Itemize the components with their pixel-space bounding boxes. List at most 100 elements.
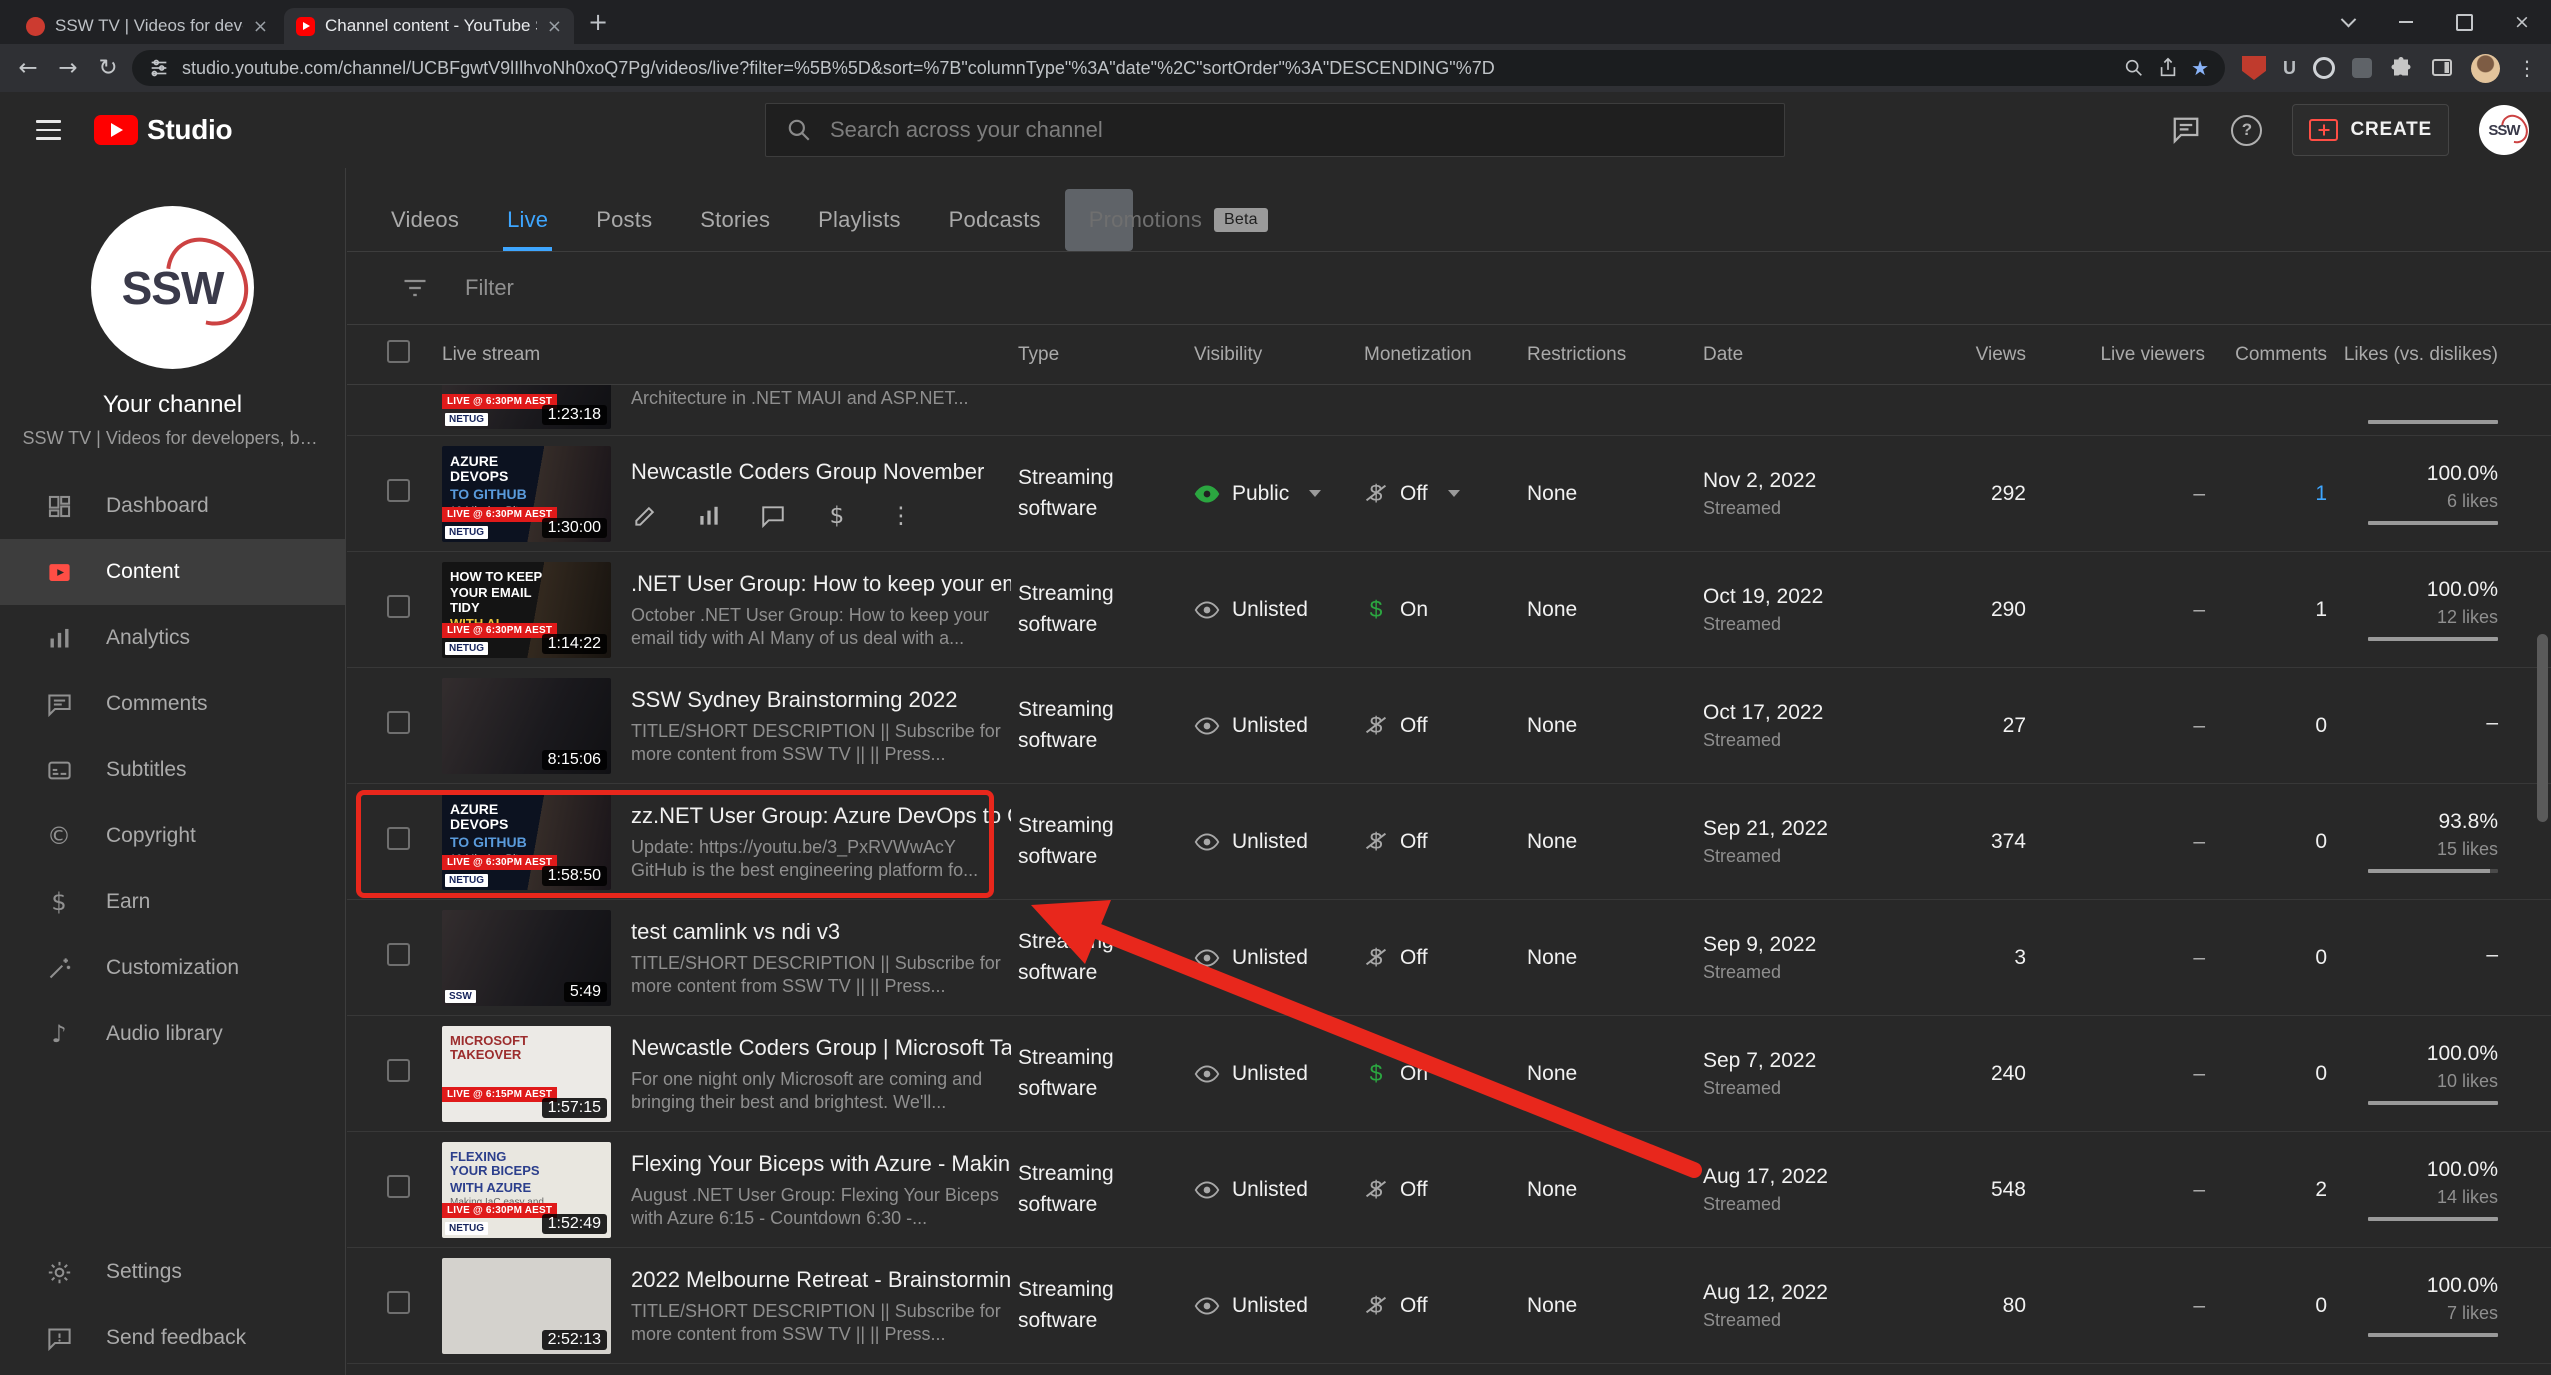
video-thumbnail[interactable]: MICROSOFT TAKEOVER LIVE @ 6:15PM AEST 1:… [442,1026,611,1122]
comments-cell[interactable]: 1 [2205,598,2327,622]
sidebar-item-comments[interactable]: Comments [0,671,345,737]
video-thumbnail[interactable]: 2:52:13 [442,1258,611,1354]
visibility-cell[interactable]: Unlisted [1194,1061,1364,1087]
browser-menu-icon[interactable]: ⋮ [2517,56,2537,80]
feedback-icon[interactable] [2171,115,2201,145]
visibility-cell[interactable]: Unlisted [1194,829,1364,855]
visibility-cell[interactable]: Unlisted [1194,1293,1364,1319]
more-options-icon[interactable]: ⋮ [887,502,915,530]
tab-close-icon[interactable]: × [253,16,268,37]
forward-icon[interactable]: → [48,48,88,88]
select-all-checkbox[interactable] [387,340,410,363]
video-title[interactable]: test camlink vs ndi v3 [631,918,1001,946]
video-thumbnail[interactable]: SSW 5:49 [442,910,611,1006]
monetization-cell[interactable]: $ Off [1364,480,1527,507]
comments-cell[interactable]: 0 [2205,1062,2327,1086]
video-title[interactable]: zz.NET User Group: Azure DevOps to Git..… [631,802,1011,830]
row-checkbox[interactable] [387,711,410,734]
row-checkbox[interactable] [387,1175,410,1198]
table-row[interactable]: HOW TO KEEP YOUR EMAIL TIDY WITH AI LIVE… [347,552,2551,668]
monetization-icon[interactable]: $ [823,502,851,530]
video-title[interactable]: Newcastle Coders Group | Microsoft Ta... [631,1034,1011,1062]
row-checkbox[interactable] [387,479,410,502]
comments-cell[interactable]: 0 [2205,714,2327,738]
row-checkbox[interactable] [387,1059,410,1082]
sidebar-item-analytics[interactable]: Analytics [0,605,345,671]
table-row[interactable]: SSW 5:49 test camlink vs ndi v3 TITLE/SH… [347,900,2551,1016]
video-thumbnail[interactable]: LIVE @ 6:30PM AEST NETUG 1:23:18 [442,385,611,429]
sidebar-item-copyright[interactable]: © Copyright [0,803,345,869]
video-title[interactable]: 2022 Melbourne Retreat - Brainstorming [631,1266,1011,1294]
visibility-cell[interactable]: Unlisted [1194,713,1364,739]
col-visibility[interactable]: Visibility [1194,344,1364,366]
row-checkbox[interactable] [387,943,410,966]
col-likes[interactable]: Likes (vs. dislikes) [2327,344,2498,366]
sidebar-item-content[interactable]: Content [0,539,345,605]
filter-icon[interactable] [401,274,429,302]
dropdown-caret-icon[interactable] [1309,490,1321,497]
col-type[interactable]: Type [1018,344,1194,366]
address-bar[interactable]: studio.youtube.com/channel/UCBFgwtV9lIlh… [132,50,2225,86]
visibility-cell[interactable]: Unlisted [1194,945,1364,971]
tab-promotions[interactable]: Promotions Beta [1065,189,1133,251]
video-title[interactable]: SSW Sydney Brainstorming 2022 [631,686,1001,714]
channel-avatar[interactable]: SSW [91,206,254,369]
video-thumbnail[interactable]: AZURE DEVOPS TO GITHUB 10 Missing Bits L… [442,446,611,542]
url-text[interactable]: studio.youtube.com/channel/UCBFgwtV9lIlh… [182,58,2111,79]
tab-search-icon[interactable] [2319,0,2377,44]
filter-input[interactable]: Filter [465,275,514,301]
ublock-extension-icon[interactable] [2242,56,2266,80]
edit-details-icon[interactable] [631,502,659,530]
row-checkbox[interactable] [387,595,410,618]
comments-cell[interactable]: 0 [2205,1294,2327,1318]
extension-circle-icon[interactable] [2313,57,2335,79]
tab-podcasts[interactable]: Podcasts [925,189,1065,251]
extension-icon[interactable] [2352,58,2372,78]
table-row[interactable]: LIVE @ 6:30PM AEST NETUG 1:23:18 Archite… [347,385,2551,436]
back-icon[interactable]: ← [8,48,48,88]
dropdown-caret-icon[interactable] [1448,490,1460,497]
row-checkbox[interactable] [387,827,410,850]
monetization-cell[interactable]: $ Off [1364,944,1527,971]
table-row[interactable]: MICROSOFT TAKEOVER LIVE @ 6:15PM AEST 1:… [347,1016,2551,1132]
tab-live[interactable]: Live [483,189,572,251]
video-title[interactable]: Flexing Your Biceps with Azure - Making.… [631,1150,1011,1178]
extension-u-icon[interactable]: U [2283,58,2296,79]
comments-icon[interactable] [759,502,787,530]
maximize-button[interactable] [2435,0,2493,44]
col-monetization[interactable]: Monetization [1364,344,1527,366]
sidebar-item-send-feedback[interactable]: Send feedback [0,1305,345,1371]
sidebar-item-subtitles[interactable]: Subtitles [0,737,345,803]
help-icon[interactable]: ? [2231,115,2262,146]
video-thumbnail[interactable]: AZURE DEVOPS TO GITHUB 10 Missing Bits L… [442,794,611,890]
sidebar-item-audio-library[interactable]: ♪ Audio library [0,1001,345,1067]
col-date[interactable]: Date [1703,344,1903,366]
channel-search-box[interactable] [765,103,1785,157]
browser-profile-avatar[interactable] [2471,54,2500,83]
bookmark-star-icon[interactable]: ★ [2191,56,2209,80]
comments-cell[interactable]: 0 [2205,946,2327,970]
row-checkbox[interactable] [387,1291,410,1314]
comments-cell[interactable]: 2 [2205,1178,2327,1202]
monetization-cell[interactable]: $ Off [1364,1292,1527,1319]
monetization-cell[interactable]: $ Off [1364,712,1527,739]
video-thumbnail[interactable]: FLEXING YOUR BICEPS WITH AZURE Making Ia… [442,1142,611,1238]
minimize-button[interactable] [2377,0,2435,44]
video-title[interactable]: .NET User Group: How to keep your em... [631,570,1011,598]
zoom-icon[interactable] [2123,57,2145,79]
monetization-cell[interactable]: $ Off [1364,1176,1527,1203]
sidebar-item-earn[interactable]: $ Earn [0,869,345,935]
reload-icon[interactable]: ↻ [88,48,128,88]
tab-close-icon[interactable]: × [547,16,562,37]
video-title[interactable]: Newcastle Coders Group November [631,458,984,486]
scrollbar-thumb[interactable] [2537,634,2548,822]
side-panel-icon[interactable] [2430,56,2454,80]
sidebar-item-settings[interactable]: Settings [0,1239,345,1305]
monetization-cell[interactable]: $ Off [1364,828,1527,855]
new-tab-button[interactable]: + [588,8,608,36]
video-thumbnail[interactable]: 8:15:06 [442,678,611,774]
analytics-icon[interactable] [695,502,723,530]
table-row[interactable]: AZURE DEVOPS TO GITHUB 10 Missing Bits L… [347,436,2551,552]
sidebar-item-dashboard[interactable]: Dashboard [0,473,345,539]
studio-logo[interactable]: Studio [94,114,232,146]
